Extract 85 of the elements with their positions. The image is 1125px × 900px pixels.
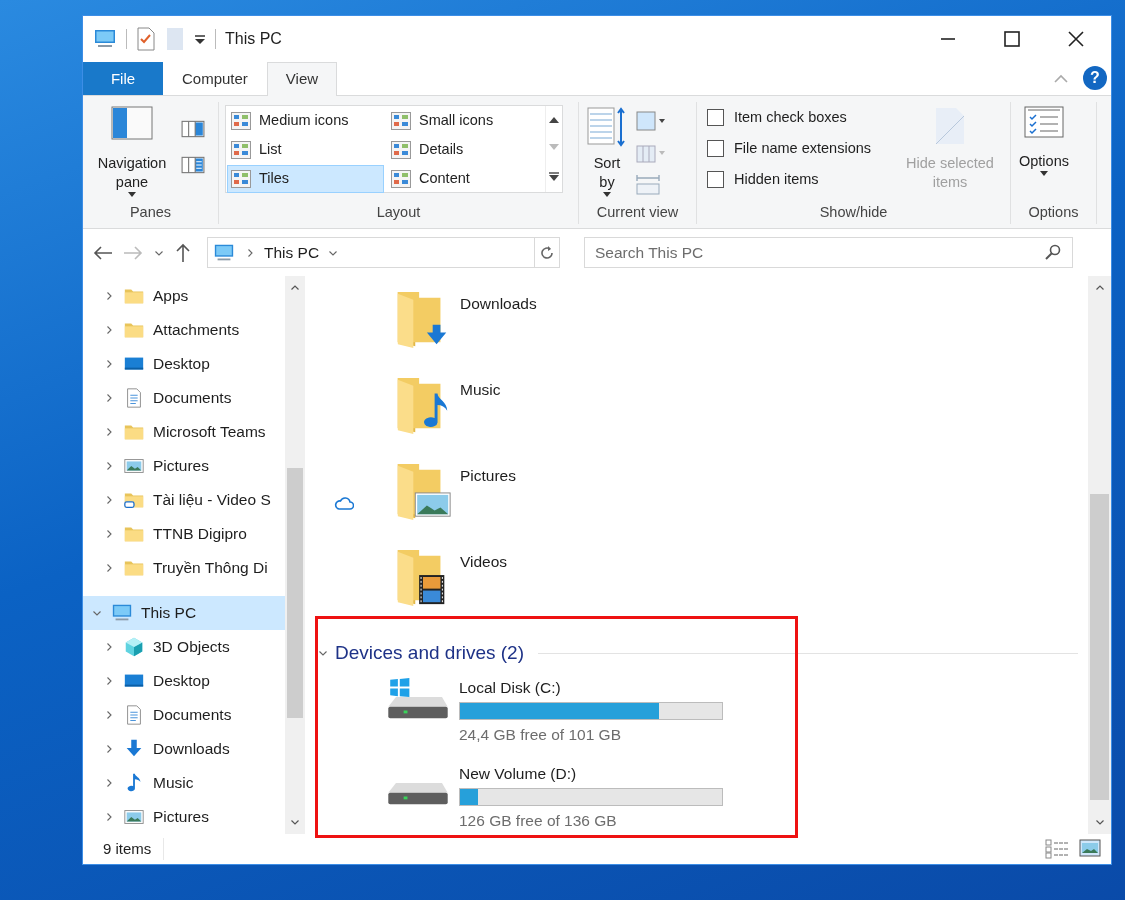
checkbox-option[interactable]: Item check boxes [707, 102, 890, 133]
tree-item[interactable]: This PC [83, 596, 285, 630]
navigation-pane-button[interactable]: Navigation pane [89, 102, 175, 201]
options-list-icon [1024, 106, 1064, 138]
item-count: 9 items [103, 837, 165, 861]
scroll-thumb[interactable] [1090, 493, 1109, 800]
tree-item[interactable]: Desktop [83, 664, 285, 698]
layout-option[interactable]: Content [387, 165, 544, 193]
group-heading[interactable]: Devices and drives (2) [335, 638, 525, 668]
group-label: Panes [128, 203, 173, 222]
preview-pane-icon[interactable] [181, 120, 205, 138]
search-icon [1045, 244, 1061, 260]
group-label: Layout [375, 203, 422, 222]
help-button[interactable]: ? [1083, 66, 1107, 90]
customize-dropdown-icon[interactable] [194, 32, 206, 45]
tree-item[interactable]: TTNB Digipro [83, 517, 285, 551]
tree-item[interactable]: Documents [83, 698, 285, 732]
tree-item[interactable]: Attachments [83, 313, 285, 347]
ribbon-tab[interactable]: View [266, 62, 338, 96]
caret-icon [128, 192, 136, 197]
back-arrow-icon[interactable] [93, 244, 113, 261]
drive-name[interactable]: New Volume (D:) [459, 762, 723, 786]
caret-icon [603, 192, 611, 197]
view-layout-icon [391, 112, 411, 130]
folder-name[interactable]: Videos [460, 546, 508, 632]
layout-option[interactable]: Tiles [227, 165, 384, 193]
layout-option[interactable]: Details [387, 136, 544, 164]
panes-icon [111, 106, 153, 140]
view-layout-icon [391, 170, 411, 188]
cube-icon [123, 636, 145, 658]
page-icon [934, 106, 966, 146]
group-label: Options [1027, 203, 1080, 222]
options-button[interactable]: Options [1017, 102, 1071, 202]
free-space-text: 126 GB free of 136 GB [459, 811, 618, 832]
view-layout-icon [231, 170, 251, 188]
maximize-icon[interactable] [1003, 29, 1021, 48]
tree-item[interactable]: Tài liệu - Video S [83, 483, 285, 517]
sort-by-button[interactable]: Sort by [585, 102, 629, 202]
checkbox-option[interactable]: Hidden items [707, 164, 890, 195]
view-layout-icon [391, 141, 411, 159]
tree-item[interactable]: Downloads [83, 732, 285, 766]
folder-name[interactable]: Downloads [460, 288, 537, 374]
checkbox-option[interactable]: File name extensions [707, 133, 890, 164]
layout-option[interactable]: List [227, 136, 384, 164]
tree-item[interactable]: Truyền Thông Di [83, 551, 285, 585]
more-layouts-icon[interactable] [549, 172, 559, 182]
address-path[interactable]: This PC [264, 240, 320, 265]
drive-name[interactable]: Local Disk (C:) [459, 676, 723, 700]
ribbon-tab[interactable]: Computer [163, 62, 267, 95]
tree-item[interactable]: Microsoft Teams [83, 415, 285, 449]
scroll-thumb[interactable] [287, 468, 303, 719]
sort-table-icon [587, 106, 627, 148]
checklist-page-icon[interactable] [136, 26, 156, 51]
close-icon[interactable] [1067, 29, 1085, 48]
checkbox[interactable] [707, 140, 724, 157]
folder-name[interactable]: Music [460, 374, 501, 460]
tree-item[interactable]: Apps [83, 279, 285, 313]
up-arrow-icon[interactable] [175, 242, 191, 263]
checkbox[interactable] [707, 171, 724, 188]
scrollbar[interactable] [1088, 276, 1111, 834]
tree-item[interactable]: Desktop [83, 347, 285, 381]
group-label: Show/hide [818, 203, 889, 222]
scrollbar[interactable] [285, 276, 305, 834]
tree-item[interactable]: 3D Objects [83, 630, 285, 664]
layout-option[interactable]: Medium icons [227, 107, 384, 135]
tree-item[interactable]: Music [83, 766, 285, 800]
view-layout-icon [231, 141, 251, 159]
view-layout-icon [231, 112, 251, 130]
group-label: Current view [595, 203, 680, 222]
tree-item[interactable]: Pictures [83, 449, 285, 483]
file-menu-tab[interactable]: File [83, 62, 163, 95]
free-space-text: 24,4 GB free of 101 GB [459, 725, 622, 746]
scroll-up-icon[interactable] [549, 116, 559, 123]
checkbox[interactable] [707, 109, 724, 126]
address-bar[interactable]: This PC [207, 237, 560, 268]
layout-option[interactable]: Small icons [387, 107, 544, 135]
folder-name[interactable]: Pictures [460, 460, 516, 546]
large-icons-view-icon[interactable] [1079, 839, 1101, 857]
tree-item[interactable]: Pictures [83, 800, 285, 834]
window-title: This PC [225, 28, 282, 49]
details-pane-icon[interactable] [181, 156, 205, 174]
refresh-icon[interactable] [539, 244, 555, 261]
search-field[interactable]: Search This PC [584, 237, 1073, 268]
tree-item[interactable]: Documents [83, 381, 285, 415]
caret-icon [1040, 171, 1048, 176]
